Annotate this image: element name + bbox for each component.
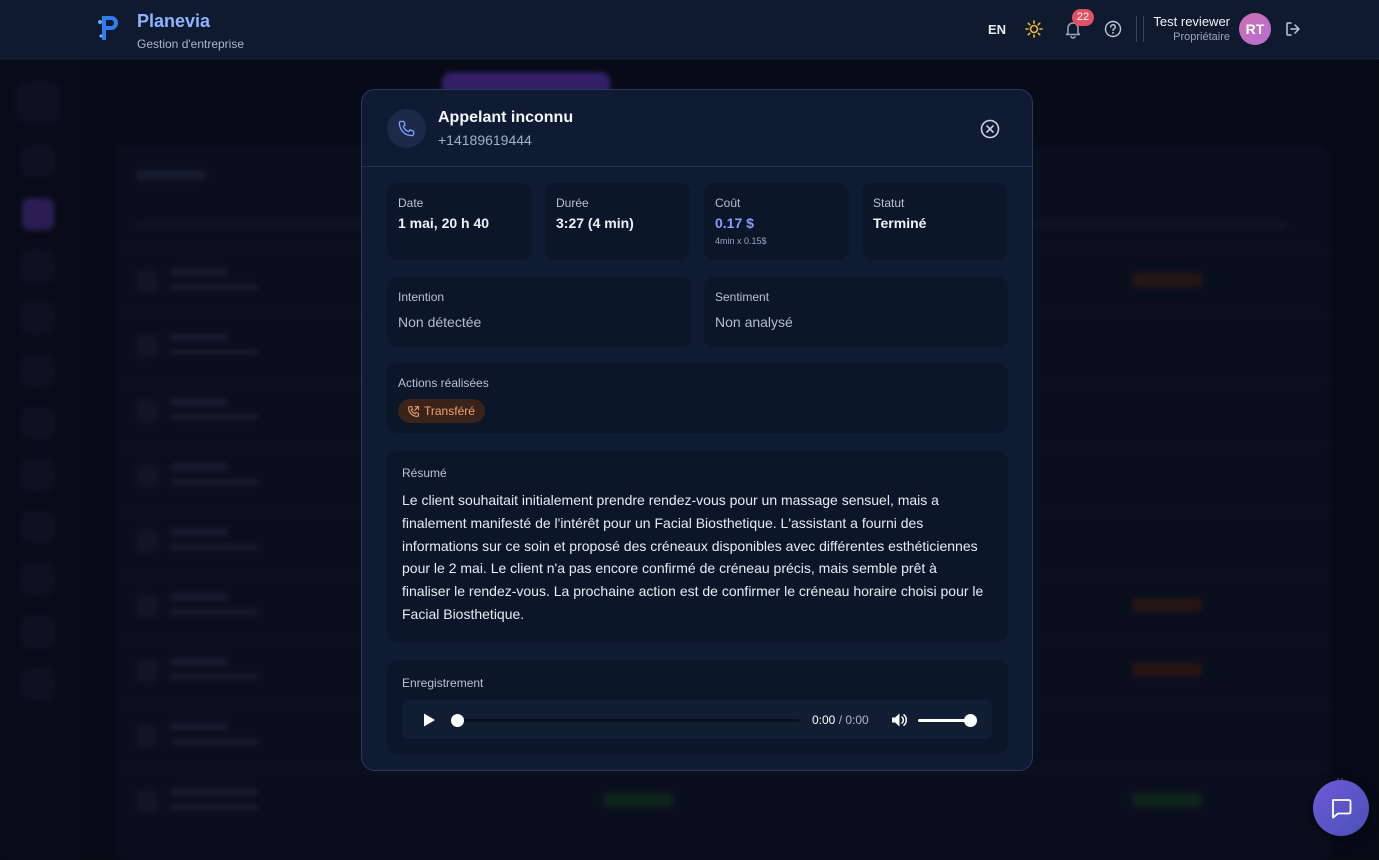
cost-breakdown: 4min x 0.15$ [715, 236, 767, 246]
recording-label: Enregistrement [402, 676, 484, 690]
user-name[interactable]: Test reviewer [1153, 14, 1230, 29]
header-divider [1143, 16, 1144, 42]
avatar[interactable]: RT [1239, 13, 1271, 45]
close-icon[interactable] [979, 118, 1001, 140]
recording-card: Enregistrement 0:00 / 0:00 [387, 660, 1008, 754]
help-icon[interactable] [1104, 20, 1122, 38]
actions-label: Actions réalisées [398, 376, 489, 390]
user-role: Propriétaire [1173, 31, 1230, 43]
duration-value: 3:27 (4 min) [556, 215, 634, 231]
chat-bubble-icon [1331, 799, 1352, 819]
date-card: Date 1 mai, 20 h 40 [387, 183, 532, 260]
sentiment-label: Sentiment [715, 290, 770, 304]
audio-total-time: 0:00 [845, 713, 869, 727]
brand-subtitle: Gestion d'entreprise [137, 37, 245, 51]
status-card: Statut Terminé [862, 183, 1007, 260]
brand-name[interactable]: Planevia [137, 11, 210, 32]
audio-time: 0:00 / 0:00 [812, 713, 869, 727]
summary-label: Résumé [402, 466, 447, 480]
summary-text: Le client souhaitait initialement prendr… [402, 492, 984, 622]
caller-avatar [387, 109, 426, 148]
header-divider [1136, 16, 1137, 42]
language-toggle[interactable]: EN [988, 22, 1006, 37]
date-value: 1 mai, 20 h 40 [398, 215, 490, 231]
duration-label: Durée [556, 196, 589, 210]
play-icon[interactable] [421, 712, 437, 728]
audio-player: 0:00 / 0:00 [402, 700, 992, 739]
audio-progress-handle[interactable] [451, 714, 464, 727]
intent-label: Intention [398, 290, 445, 304]
notification-badge: 22 [1072, 9, 1094, 26]
volume-slider-handle[interactable] [964, 714, 977, 727]
sun-icon[interactable] [1025, 20, 1043, 38]
actions-card: Actions réalisées Transféré [387, 363, 1008, 433]
cost-label: Coût [715, 196, 741, 210]
chat-button[interactable] [1313, 780, 1369, 836]
transferred-label: Transféré [424, 404, 475, 418]
status-label: Statut [873, 196, 905, 210]
transferred-badge: Transféré [398, 399, 485, 423]
modal-header: Appelant inconnu +14189619444 [362, 90, 1032, 167]
logout-icon[interactable] [1284, 20, 1302, 38]
duration-card: Durée 3:27 (4 min) [545, 183, 690, 260]
summary-card: Résumé Le client souhaitait initialement… [387, 451, 1008, 642]
phone-forward-icon [408, 406, 419, 417]
audio-time-separator: / [835, 713, 846, 727]
audio-current-time: 0:00 [812, 713, 836, 727]
sentiment-value: Non analysé [715, 314, 793, 330]
status-value: Terminé [873, 215, 927, 231]
call-details-modal: Appelant inconnu +14189619444 Date 1 mai… [361, 89, 1033, 771]
intent-value: Non détectée [398, 314, 482, 330]
intent-card: Intention Non détectée [387, 277, 691, 347]
top-bar: Planevia Gestion d'entreprise EN 22 Test… [0, 0, 1379, 59]
modal-title: Appelant inconnu [438, 109, 574, 126]
caller-phone-number: +14189619444 [438, 132, 532, 148]
sentiment-card: Sentiment Non analysé [704, 277, 1008, 347]
volume-icon[interactable] [890, 711, 908, 729]
cost-value: 0.17 $ [715, 215, 754, 231]
audio-progress-track[interactable] [453, 719, 800, 722]
planevia-logo[interactable] [96, 12, 124, 44]
cost-card: Coût 0.17 $ 4min x 0.15$ [704, 183, 849, 260]
date-label: Date [398, 196, 424, 210]
phone-icon [398, 120, 415, 137]
